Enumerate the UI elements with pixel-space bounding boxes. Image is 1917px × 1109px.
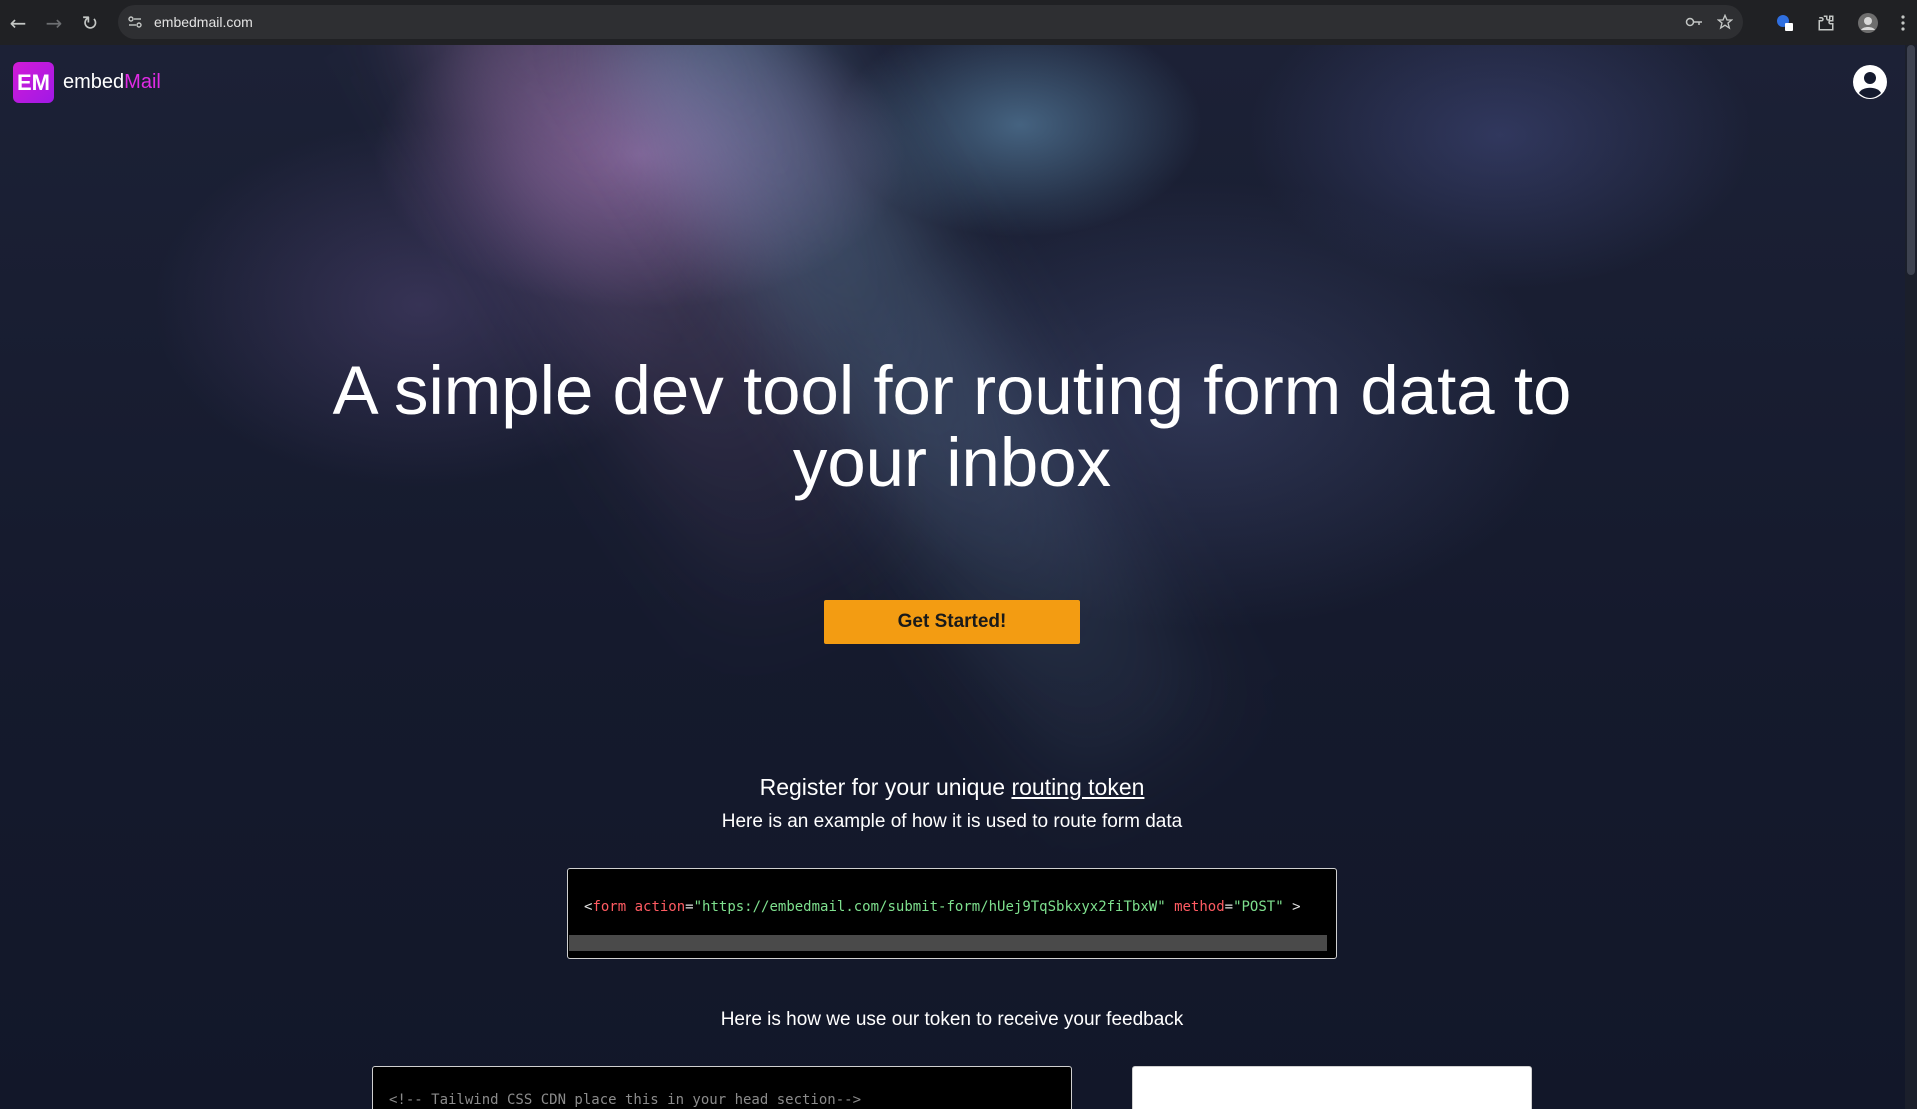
example-subtitle: Here is an example of how it is used to … <box>721 811 1183 832</box>
extension-translate-icon[interactable] <box>1775 13 1795 33</box>
code-attr-action: action <box>634 899 686 915</box>
code-equals: = <box>1224 899 1234 915</box>
url-text[interactable]: embedmail.com <box>154 14 253 30</box>
feedback-note: Here is how we use our token to receive … <box>720 1009 1184 1030</box>
password-key-icon[interactable] <box>1685 15 1703 29</box>
feedback-code-example[interactable]: <!-- Tailwind CSS CDN place this in your… <box>372 1066 1072 1109</box>
routing-token-link[interactable]: routing token <box>1011 774 1144 800</box>
code-attr-method: method <box>1174 899 1225 915</box>
site-logo[interactable]: EM embedMail <box>13 62 161 103</box>
logo-text-accent: Mail <box>124 71 161 93</box>
forward-button[interactable]: → <box>36 0 72 45</box>
register-heading: Register for your unique routing token <box>602 774 1302 801</box>
bookmark-star-icon[interactable] <box>1717 14 1733 30</box>
page-scrollbar-thumb[interactable] <box>1907 45 1915 275</box>
code-horizontal-scrollbar[interactable] <box>569 935 1327 951</box>
profile-avatar-icon[interactable] <box>1857 12 1879 34</box>
code-equals: = <box>685 899 694 915</box>
form-code-example[interactable]: <form action="https://embedmail.com/subm… <box>567 868 1337 959</box>
code-method-value: "POST" <box>1233 899 1284 915</box>
page-scrollbar[interactable] <box>1905 45 1917 1109</box>
address-bar[interactable]: embedmail.com <box>118 5 1743 39</box>
extensions-puzzle-icon[interactable] <box>1817 14 1835 32</box>
code-bracket: > <box>1292 899 1301 915</box>
get-started-button[interactable]: Get Started! <box>824 600 1080 644</box>
reload-button[interactable]: ↻ <box>72 0 108 45</box>
site-info-icon[interactable] <box>118 5 152 39</box>
browser-toolbar: ← → ↻ embedmail.com <box>0 0 1917 45</box>
code-line: <form action="https://embedmail.com/subm… <box>584 899 1301 915</box>
user-account-icon[interactable] <box>1852 64 1888 100</box>
logo-badge: EM <box>13 62 54 103</box>
logo-wordmark: embedMail <box>63 71 161 94</box>
chrome-menu-icon[interactable] <box>1901 14 1905 31</box>
code-action-value: "https://embedmail.com/submit-form/hUej9… <box>693 899 1166 915</box>
feedback-form-card <box>1132 1066 1532 1109</box>
hero-title: A simple dev tool for routing form data … <box>332 352 1572 501</box>
logo-text-main: embed <box>63 71 125 93</box>
page-viewport: EM embedMail A simple dev tool for routi… <box>0 45 1905 1109</box>
code-comment: <!-- Tailwind CSS CDN place this in your… <box>389 1092 862 1108</box>
register-prefix: Register for your unique <box>759 774 1012 800</box>
back-button[interactable]: ← <box>0 0 36 45</box>
code-tag: form <box>592 899 627 915</box>
